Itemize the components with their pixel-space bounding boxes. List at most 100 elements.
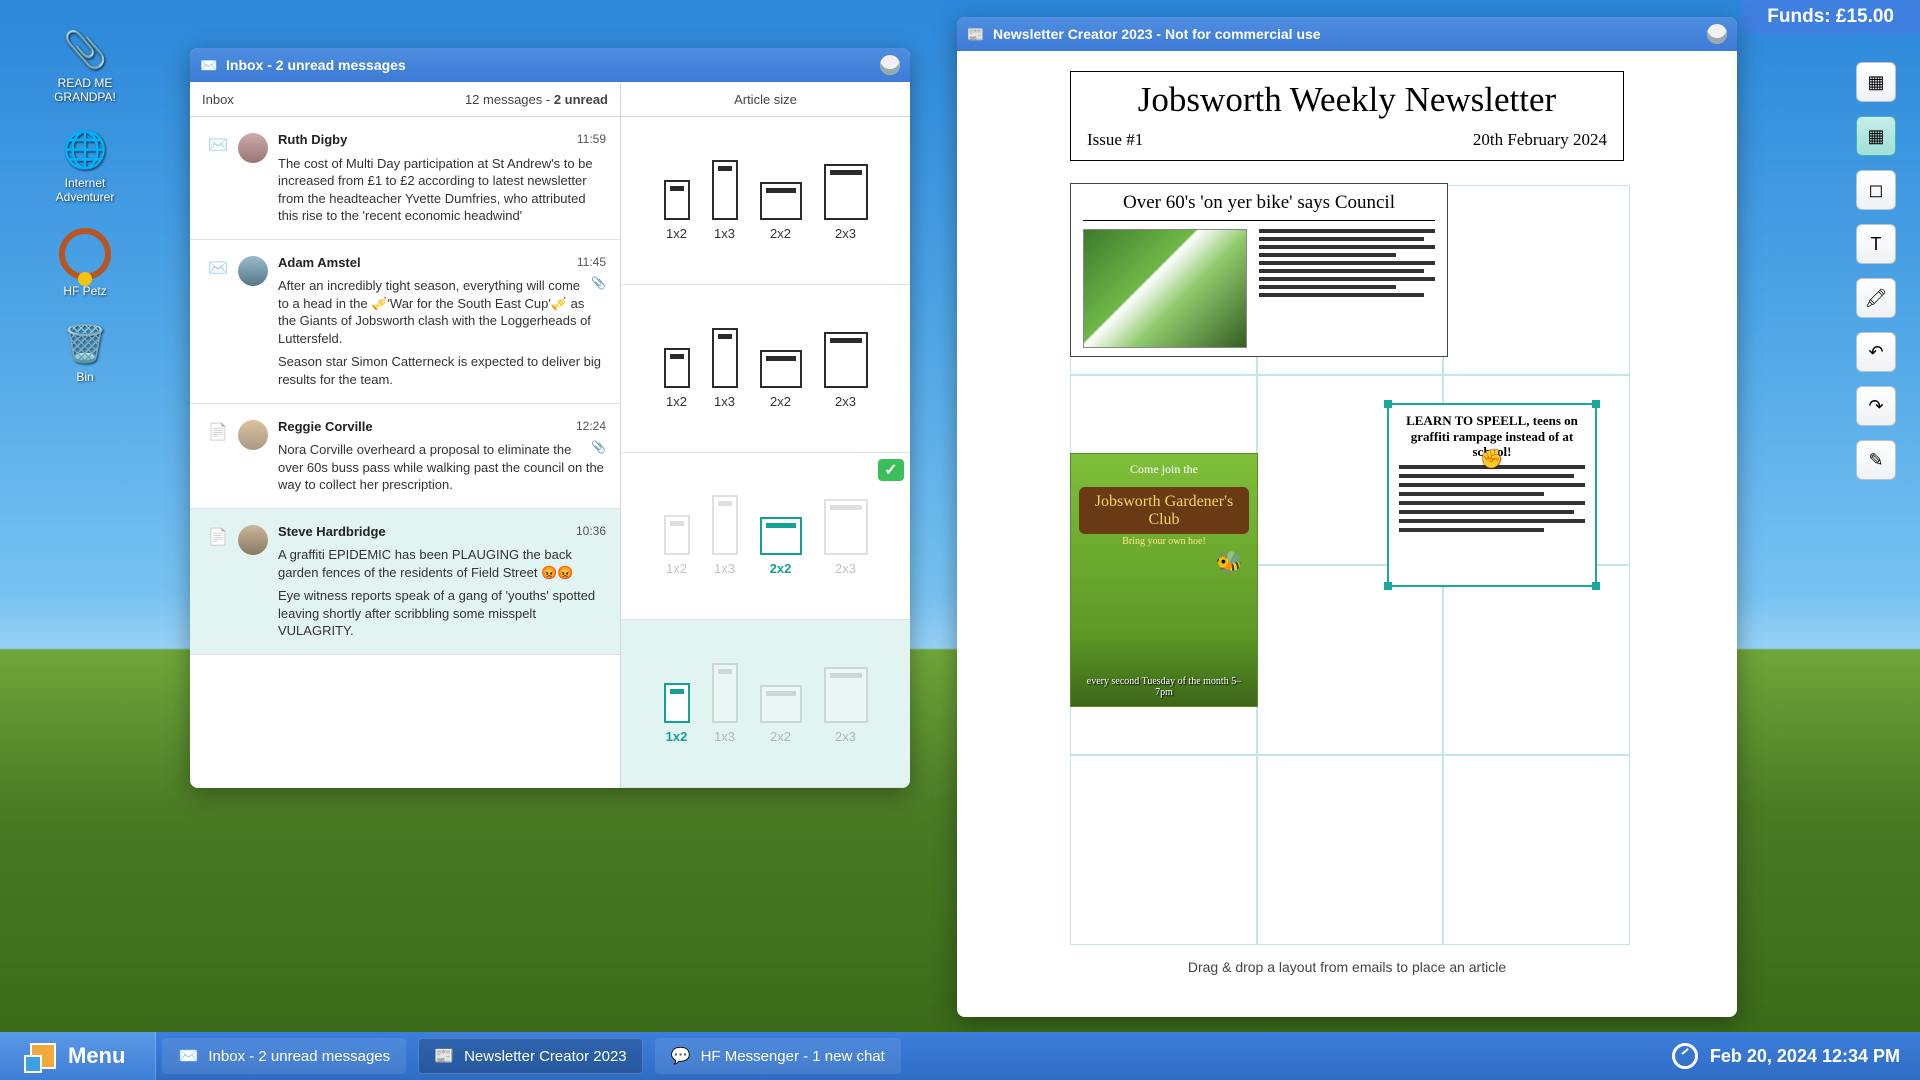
size-option-2x2[interactable]: 2x2 [760,350,802,409]
internet-icon[interactable]: Internet Adventurer [40,128,130,204]
size-panel: 1x2 1x3 2x2 2x3 [621,620,910,788]
unread-icon: ✉️ [208,254,228,389]
message-row[interactable]: 📄12:24Reggie Corville📎Nora Corville over… [190,404,620,509]
size-label: 2x2 [770,561,792,576]
size-label: 1x3 [714,561,735,576]
size-option-2x2: 2x2 [760,685,802,744]
inbox-window: ✉️ Inbox - 2 unread messages Inbox 12 me… [190,48,910,788]
size-option-1x2[interactable]: 1x2 [664,348,690,409]
ad-pretitle: Come join the [1130,462,1198,477]
task-label: HF Messenger - 1 new chat [701,1048,885,1065]
size-label: 1x3 [714,729,735,744]
message-body: The cost of Multi Day participation at S… [278,155,606,225]
size-thumb [664,348,690,388]
task-messenger[interactable]: 💬HF Messenger - 1 new chat [655,1038,901,1074]
message-row[interactable]: 📄10:36Steve HardbridgeA graffiti EPIDEMI… [190,509,620,655]
message-body: Season star Simon Catterneck is expected… [278,353,606,388]
message-list: ✉️11:59Ruth DigbyThe cost of Multi Day p… [190,117,620,788]
size-thumb [760,350,802,388]
dragging-article[interactable]: LEARN TO SPEELL, teens on graffiti rampa… [1387,403,1597,587]
size-label: 1x2 [666,561,687,576]
message-body: Eye witness reports speak of a gang of '… [278,587,606,640]
size-option-2x2[interactable]: 2x2 [760,182,802,241]
drag-hint: Drag & drop a layout from emails to plac… [1042,959,1652,975]
task-icon: 📰 [434,1046,454,1066]
minimize-button[interactable] [880,55,900,75]
tool-clear[interactable]: ✎ [1856,440,1896,480]
size-label: 1x2 [666,729,688,744]
size-label: 2x3 [835,394,856,409]
size-thumb [760,517,802,555]
ad-tagline: Bring your own hoe! [1122,536,1206,547]
taskbar-clock: Feb 20, 2024 12:34 PM [1652,1043,1920,1069]
size-thumb [824,667,868,723]
message-body: After an incredibly tight season, everyt… [278,277,606,347]
issue-date: 20th February 2024 [1473,130,1607,150]
read-icon: 📄 [208,418,228,494]
size-thumb [712,160,738,220]
gardeners-club-ad[interactable]: Come join the Jobsworth Gardener's Club … [1070,453,1258,707]
size-thumb [712,663,738,723]
bin-icon[interactable]: Bin [40,322,130,384]
readme-icon[interactable]: READ ME GRANDPA! [40,28,130,104]
start-menu-button[interactable]: Menu [0,1032,156,1080]
mail-icon: ✉️ [200,56,218,74]
message-row[interactable]: ✉️11:59Ruth DigbyThe cost of Multi Day p… [190,117,620,240]
icon-label: Internet Adventurer [40,176,130,204]
bee-icon: 🐝 [1216,550,1243,576]
globe-icon [63,128,107,172]
placed-article-1[interactable]: Over 60's 'on yer bike' says Council [1070,183,1448,357]
size-label: 2x3 [835,729,856,744]
size-option-1x3[interactable]: 1x3 [712,160,738,241]
hfpetz-icon[interactable]: HF Petz [40,228,130,298]
read-icon: 📄 [208,523,228,640]
newsletter-page[interactable]: Jobsworth Weekly Newsletter Issue #1 20t… [1042,65,1652,985]
size-option-2x2[interactable]: 2x2 [760,517,802,576]
task-inbox[interactable]: ✉️Inbox - 2 unread messages [162,1038,406,1074]
size-thumb [760,182,802,220]
menu-icon [30,1043,56,1069]
attachment-icon: 📎 [591,275,606,291]
newsletter-header: Jobsworth Weekly Newsletter Issue #1 20t… [1070,71,1624,161]
tool-grid[interactable]: ▦ [1856,62,1896,102]
inbox-titlebar[interactable]: ✉️ Inbox - 2 unread messages [190,48,910,82]
task-icon: ✉️ [178,1046,198,1066]
tool-undo[interactable]: ↶ [1856,332,1896,372]
creator-titlebar[interactable]: 📰 Newsletter Creator 2023 - Not for comm… [957,17,1737,51]
check-icon: ✓ [878,459,904,481]
creator-toolbox: ▦ ▦ ◻ T 🖍 ↶ ↷ ✎ [1856,62,1896,480]
size-thumb [712,328,738,388]
size-option-2x3: 2x3 [824,499,868,576]
size-label: 1x3 [714,394,735,409]
tool-grid2[interactable]: ▦ [1856,116,1896,156]
size-option-1x2[interactable]: 1x2 [664,683,690,744]
task-creator[interactable]: 📰Newsletter Creator 2023 [418,1038,643,1074]
size-option-2x3[interactable]: 2x3 [824,164,868,241]
avatar [238,256,268,286]
avatar [238,420,268,450]
size-option-1x2[interactable]: 1x2 [664,180,690,241]
window-title: Newsletter Creator 2023 - Not for commer… [993,26,1321,42]
attachment-icon: 📎 [591,439,606,455]
message-from: Steve Hardbridge [278,524,386,539]
message-body: Nora Corville overheard a proposal to el… [278,441,606,494]
size-option-1x3[interactable]: 1x3 [712,328,738,409]
message-row[interactable]: ✉️11:45Adam Amstel📎After an incredibly t… [190,240,620,404]
tool-frame[interactable]: ◻ [1856,170,1896,210]
size-thumb [824,499,868,555]
tool-text[interactable]: T [1856,224,1896,264]
trash-icon [63,322,107,366]
tool-redo[interactable]: ↷ [1856,386,1896,426]
size-option-2x3[interactable]: 2x3 [824,332,868,409]
size-thumb [664,683,690,723]
size-thumb [824,164,868,220]
tool-fill[interactable]: 🖍 [1856,278,1896,318]
size-label: 1x2 [666,394,687,409]
article-size-header: Article size [621,82,910,117]
issue-number: Issue #1 [1087,130,1143,150]
size-option-1x3: 1x3 [712,663,738,744]
menu-label: Menu [68,1043,125,1069]
size-label: 2x2 [770,226,791,241]
icon-label: READ ME GRANDPA! [40,76,130,104]
minimize-button[interactable] [1707,24,1727,44]
